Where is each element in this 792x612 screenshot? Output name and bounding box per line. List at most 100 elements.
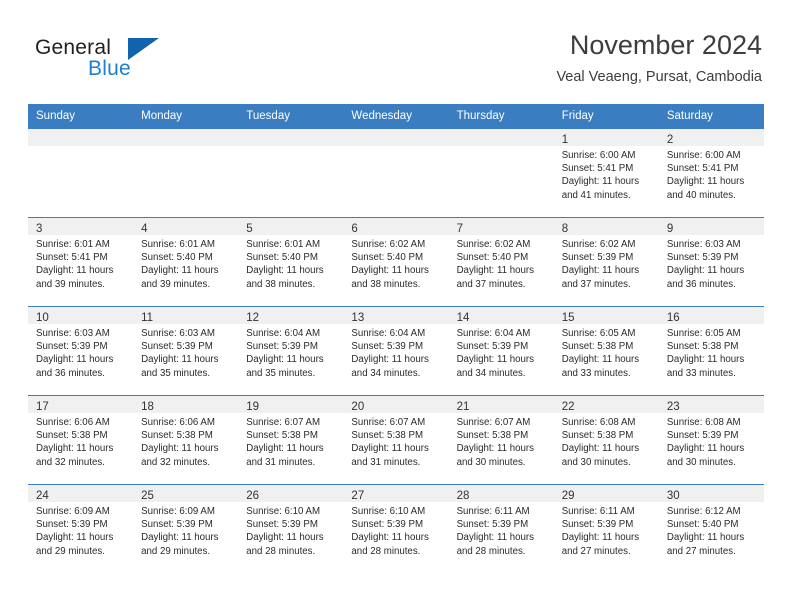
sunset-text: Sunset: 5:39 PM: [351, 519, 424, 531]
day-cell-details: Sunrise: 6:08 AM Sunset: 5:39 PM Daylight:…: [659, 413, 764, 469]
calendar-day-cell[interactable]: 11 Sunrise: 6:03 AM Sunset: 5:39 PM Dayligh…: [133, 306, 239, 396]
calendar-day-cell[interactable]: [238, 128, 344, 218]
calendar-day-cell[interactable]: 5 Sunrise: 6:01 AM Sunset: 5:40 PM Daylight…: [238, 217, 344, 307]
day-cell-details: Sunrise: 6:00 AM Sunset: 5:41 PM Daylight:…: [554, 146, 659, 202]
sunrise-text: Sunrise: 6:01 AM: [36, 239, 110, 250]
sunset-text: Sunset: 5:40 PM: [666, 519, 739, 531]
day-number-bar: 25: [133, 485, 239, 502]
sunrise-text: Sunrise: 6:06 AM: [141, 417, 215, 428]
daylight-text-line1: Daylight: 11 hours: [666, 176, 745, 188]
calendar-day-cell[interactable]: [448, 128, 554, 218]
calendar-day-cell[interactable]: 10 Sunrise: 6:03 AM Sunset: 5:39 PM Dayligh…: [28, 306, 134, 396]
day-cell-details: Sunrise: 6:11 AM Sunset: 5:39 PM Daylight:…: [554, 502, 659, 558]
calendar-day-cell[interactable]: 20 Sunrise: 6:07 AM Sunset: 5:38 PM Dayligh…: [343, 395, 449, 485]
calendar-day-cell[interactable]: 3 Sunrise: 6:01 AM Sunset: 5:41 PM Daylight…: [28, 217, 134, 307]
day-number: 8: [561, 223, 569, 235]
calendar-day-cell[interactable]: 29 Sunrise: 6:11 AM Sunset: 5:39 PM Dayligh…: [553, 484, 659, 573]
daylight-text-line2: and 33 minutes.: [561, 367, 631, 379]
sunrise-text: Sunrise: 6:01 AM: [246, 239, 321, 250]
sunset-text: Sunset: 5:38 PM: [561, 430, 634, 442]
day-number-bar: 18: [133, 396, 239, 413]
brand-name-blue: Blue: [88, 57, 131, 80]
calendar-day-cell[interactable]: 28 Sunrise: 6:11 AM Sunset: 5:39 PM Dayligh…: [448, 484, 554, 573]
sunset-text: Sunset: 5:41 PM: [36, 252, 108, 264]
calendar-day-cell[interactable]: [133, 128, 239, 218]
page-subtitle: Veal Veaeng, Pursat, Cambodia: [556, 69, 762, 85]
day-cell-inner: [343, 129, 449, 217]
sunrise-text: Sunrise: 6:02 AM: [456, 239, 531, 250]
sunset-text: Sunset: 5:38 PM: [246, 430, 318, 442]
sunrise-text: Sunrise: 6:04 AM: [456, 328, 531, 339]
daylight-text-line2: and 30 minutes.: [561, 456, 631, 468]
calendar-day-cell[interactable]: [28, 128, 134, 218]
calendar-day-cell[interactable]: 16 Sunrise: 6:05 AM Sunset: 5:38 PM Dayligh…: [658, 306, 764, 396]
calendar-day-cell[interactable]: 2 Sunrise: 6:00 AM Sunset: 5:41 PM Daylight…: [658, 128, 764, 218]
daylight-text-line2: and 41 minutes.: [561, 189, 631, 201]
calendar-day-cell[interactable]: 21 Sunrise: 6:07 AM Sunset: 5:38 PM Dayligh…: [448, 395, 554, 485]
daylight-text-line1: Daylight: 11 hours: [141, 443, 219, 455]
daylight-text-line2: and 27 minutes.: [666, 545, 736, 557]
title-block: November 2024 Veal Veaeng, Pursat, Cambo…: [556, 28, 762, 88]
calendar-day-cell[interactable]: 4 Sunrise: 6:01 AM Sunset: 5:40 PM Daylight…: [133, 217, 239, 307]
day-number: 15: [561, 312, 575, 324]
calendar-day-cell[interactable]: 15 Sunrise: 6:05 AM Sunset: 5:38 PM Dayligh…: [553, 306, 659, 396]
day-cell-inner: 13 Sunrise: 6:04 AM Sunset: 5:39 PM Dayligh…: [343, 307, 449, 395]
brand-logo[interactable]: General Blue: [30, 36, 260, 92]
daylight-text-line1: Daylight: 11 hours: [561, 532, 640, 544]
day-cell-inner: 12 Sunrise: 6:04 AM Sunset: 5:39 PM Dayligh…: [238, 307, 344, 395]
calendar-day-cell[interactable]: 1 Sunrise: 6:00 AM Sunset: 5:41 PM Daylight…: [553, 128, 659, 218]
daylight-text-line2: and 30 minutes.: [666, 456, 736, 468]
sunset-text: Sunset: 5:38 PM: [561, 341, 634, 353]
day-cell-details: Sunrise: 6:10 AM Sunset: 5:39 PM Daylight:…: [238, 502, 343, 558]
day-number-bar: 10: [28, 307, 134, 324]
calendar-week-row: 3 Sunrise: 6:01 AM Sunset: 5:41 PM Daylight…: [28, 217, 764, 307]
calendar-day-cell[interactable]: 23 Sunrise: 6:08 AM Sunset: 5:39 PM Dayligh…: [658, 395, 764, 485]
day-cell-details: Sunrise: 6:12 AM Sunset: 5:40 PM Daylight:…: [659, 502, 764, 558]
calendar-day-cell[interactable]: 19 Sunrise: 6:07 AM Sunset: 5:38 PM Dayligh…: [238, 395, 344, 485]
daylight-text-line2: and 37 minutes.: [561, 278, 631, 290]
calendar-day-cell[interactable]: [343, 128, 449, 218]
sunrise-text: Sunrise: 6:04 AM: [351, 328, 426, 339]
calendar-day-cell[interactable]: 27 Sunrise: 6:10 AM Sunset: 5:39 PM Dayligh…: [343, 484, 449, 573]
calendar-day-cell[interactable]: 12 Sunrise: 6:04 AM Sunset: 5:39 PM Dayligh…: [238, 306, 344, 396]
calendar-day-cell[interactable]: 24 Sunrise: 6:09 AM Sunset: 5:39 PM Dayligh…: [28, 484, 134, 573]
daylight-text-line1: Daylight: 11 hours: [351, 532, 429, 544]
daylight-text-line1: Daylight: 11 hours: [246, 354, 324, 366]
daylight-text-line1: Daylight: 11 hours: [561, 176, 640, 188]
sunset-text: Sunset: 5:39 PM: [246, 341, 318, 353]
day-number: 17: [36, 401, 49, 413]
day-cell-inner: 14 Sunrise: 6:04 AM Sunset: 5:39 PM Dayligh…: [448, 307, 554, 395]
calendar-day-cell[interactable]: 13 Sunrise: 6:04 AM Sunset: 5:39 PM Dayligh…: [343, 306, 449, 396]
daylight-text-line1: Daylight: 11 hours: [141, 354, 219, 366]
daylight-text-line1: Daylight: 11 hours: [351, 354, 429, 366]
calendar-day-cell[interactable]: 6 Sunrise: 6:02 AM Sunset: 5:40 PM Daylight…: [343, 217, 449, 307]
daylight-text-line1: Daylight: 11 hours: [561, 354, 640, 366]
daylight-text-line2: and 40 minutes.: [666, 189, 736, 201]
day-cell-details: Sunrise: 6:04 AM Sunset: 5:39 PM Daylight:…: [449, 324, 554, 380]
sunrise-sunset-calendar: Sunday Monday Tuesday Wednesday Thursday…: [28, 104, 764, 573]
day-cell-details: Sunrise: 6:06 AM Sunset: 5:38 PM Daylight:…: [133, 413, 238, 469]
daylight-text-line1: Daylight: 11 hours: [666, 354, 745, 366]
calendar-day-cell[interactable]: 22 Sunrise: 6:08 AM Sunset: 5:38 PM Dayligh…: [553, 395, 659, 485]
calendar-day-cell[interactable]: 14 Sunrise: 6:04 AM Sunset: 5:39 PM Dayligh…: [448, 306, 554, 396]
calendar-day-cell[interactable]: 8 Sunrise: 6:02 AM Sunset: 5:39 PM Daylight…: [553, 217, 659, 307]
day-cell-inner: 9 Sunrise: 6:03 AM Sunset: 5:39 PM Daylight…: [658, 218, 764, 306]
day-number: 30: [666, 490, 680, 502]
daylight-text-line2: and 27 minutes.: [561, 545, 631, 557]
sunset-text: Sunset: 5:40 PM: [456, 252, 529, 264]
daylight-text-line2: and 30 minutes.: [456, 456, 526, 468]
daylight-text-line2: and 31 minutes.: [246, 456, 316, 468]
calendar-day-cell[interactable]: 18 Sunrise: 6:06 AM Sunset: 5:38 PM Dayligh…: [133, 395, 239, 485]
calendar-day-cell[interactable]: 25 Sunrise: 6:09 AM Sunset: 5:39 PM Dayligh…: [133, 484, 239, 573]
sunset-text: Sunset: 5:39 PM: [666, 252, 739, 264]
day-cell-inner: [133, 129, 239, 217]
sunset-text: Sunset: 5:40 PM: [351, 252, 424, 264]
calendar-day-cell[interactable]: 30 Sunrise: 6:12 AM Sunset: 5:40 PM Dayligh…: [658, 484, 764, 573]
calendar-day-cell[interactable]: 9 Sunrise: 6:03 AM Sunset: 5:39 PM Daylight…: [658, 217, 764, 307]
sunrise-text: Sunrise: 6:08 AM: [666, 417, 741, 428]
daylight-text-line1: Daylight: 11 hours: [246, 443, 324, 455]
calendar-day-cell[interactable]: 26 Sunrise: 6:10 AM Sunset: 5:39 PM Dayligh…: [238, 484, 344, 573]
calendar-day-cell[interactable]: 7 Sunrise: 6:02 AM Sunset: 5:40 PM Daylight…: [448, 217, 554, 307]
calendar-day-cell[interactable]: 17 Sunrise: 6:06 AM Sunset: 5:38 PM Dayligh…: [28, 395, 134, 485]
daylight-text-line2: and 36 minutes.: [36, 367, 105, 379]
